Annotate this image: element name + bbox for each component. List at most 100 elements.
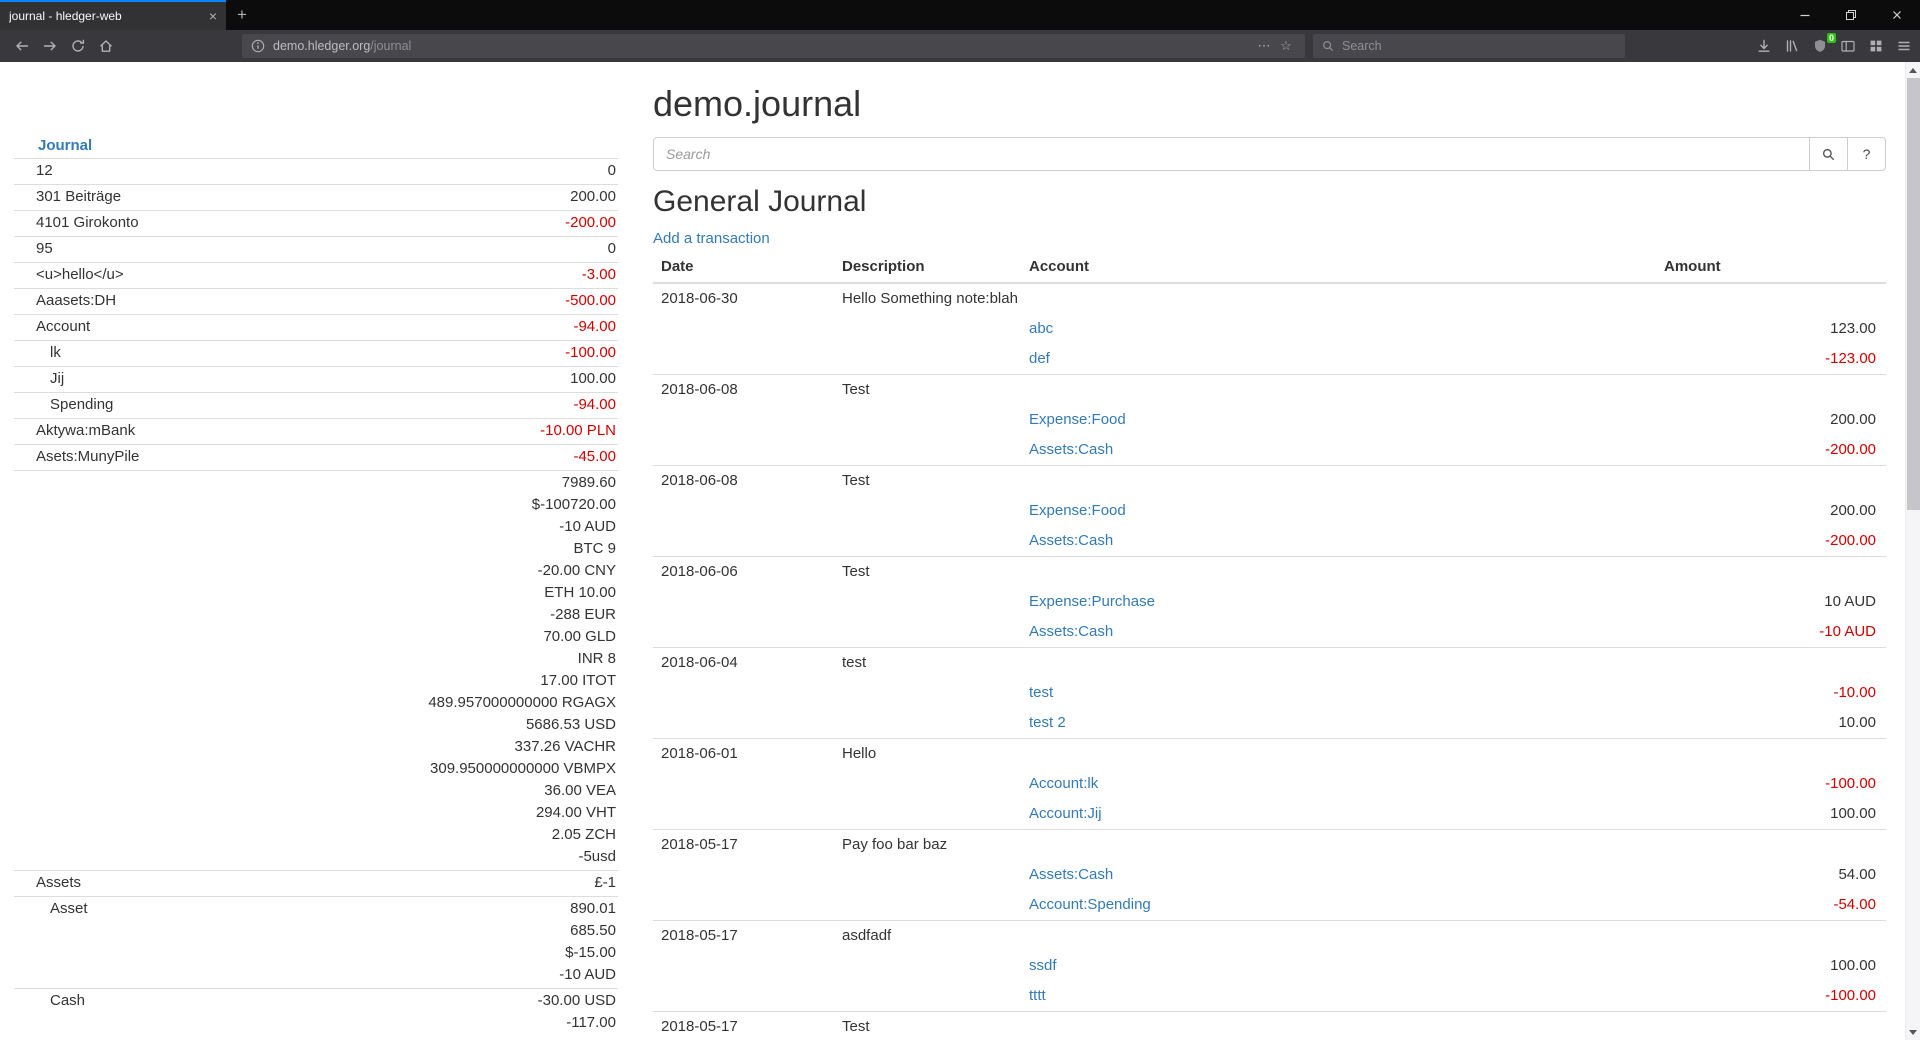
transaction-row[interactable]: 2018-06-06Test <box>653 557 1886 588</box>
account-link[interactable]: <u>hello</u> <box>14 264 582 286</box>
account-link[interactable]: Cash <box>14 990 538 1012</box>
address-bar[interactable]: demo.hledger.org/journal ⋯ ☆ <box>242 34 1305 58</box>
forward-button[interactable] <box>36 32 64 60</box>
site-info-icon[interactable] <box>250 38 266 54</box>
posting-account-link[interactable]: test <box>1029 684 1053 701</box>
account-balances: -45.00 <box>573 446 618 468</box>
posting-date-spacer <box>653 314 834 344</box>
account-balances: -30.00 USD-117.00 <box>538 990 618 1034</box>
browser-search-field[interactable]: Search <box>1313 34 1625 58</box>
account-link[interactable]: Aaasets:DH <box>14 290 565 312</box>
account-balances: -500.00 <box>565 290 618 312</box>
restore-button[interactable] <box>1828 0 1874 30</box>
balance-amount: 100.00 <box>570 368 616 390</box>
search-input[interactable] <box>653 137 1810 171</box>
posting-account-link[interactable]: Expense:Food <box>1029 502 1126 519</box>
back-button[interactable] <box>8 32 36 60</box>
reload-button[interactable] <box>64 32 92 60</box>
transaction-row[interactable]: 2018-06-01Hello <box>653 739 1886 770</box>
balance-amount: -10 AUD <box>559 964 616 986</box>
downloads-button[interactable] <box>1750 32 1778 60</box>
posting-account-link[interactable]: def <box>1029 350 1050 367</box>
grid-button[interactable] <box>1862 32 1890 60</box>
transaction-amount-spacer <box>1656 557 1886 588</box>
posting-account-link[interactable]: Expense:Food <box>1029 411 1126 428</box>
sidebar-toggle-button[interactable] <box>1834 32 1862 60</box>
transaction-row[interactable]: 2018-05-17Test <box>653 1012 1886 1040</box>
posting-account-link[interactable]: ssdf <box>1029 957 1057 974</box>
transaction-row[interactable]: 2018-06-08Test <box>653 466 1886 497</box>
posting-account-link[interactable]: tttt <box>1029 987 1046 1004</box>
journal-nav-link[interactable]: Journal <box>38 137 92 154</box>
bookmark-star-icon[interactable]: ☆ <box>1275 38 1297 54</box>
account-link[interactable]: Jij <box>14 368 570 390</box>
posting-account-link[interactable]: test 2 <box>1029 714 1066 731</box>
posting-row: Expense:Food200.00 <box>653 405 1886 435</box>
posting-date-spacer <box>653 587 834 617</box>
posting-row: Assets:Cash-200.00 <box>653 526 1886 557</box>
tab-close-icon[interactable]: × <box>209 8 217 24</box>
posting-account-link[interactable]: Assets:Cash <box>1029 441 1113 458</box>
library-button[interactable] <box>1778 32 1806 60</box>
download-icon <box>1756 38 1772 54</box>
account-balances: -3.00 <box>582 264 618 286</box>
account-link[interactable]: 301 Beiträge <box>14 186 570 208</box>
posting-amount: -100.00 <box>1656 769 1886 799</box>
account-link[interactable]: Asets:MunyPile <box>14 446 573 468</box>
posting-account-link[interactable]: Assets:Cash <box>1029 532 1113 549</box>
posting-account-link[interactable]: Expense:Purchase <box>1029 593 1155 610</box>
posting-account-link[interactable]: Account:Jij <box>1029 805 1102 822</box>
transaction-row[interactable]: 2018-05-17asdfadf <box>653 921 1886 952</box>
posting-date-spacer <box>653 799 834 830</box>
posting-date-spacer <box>653 981 834 1012</box>
minimize-button[interactable] <box>1782 0 1828 30</box>
account-link[interactable]: Spending <box>14 394 573 416</box>
balance-amount: 890.01 <box>559 898 616 920</box>
search-button[interactable] <box>1810 137 1848 171</box>
url-path: /journal <box>370 39 411 53</box>
new-tab-button[interactable]: + <box>226 0 258 30</box>
account-link[interactable]: 95 <box>14 238 608 260</box>
main-content: demo.journal ? General Journal Add a tra… <box>653 62 1886 1040</box>
account-link[interactable]: Aktywa:mBank <box>14 420 540 442</box>
posting-account-link[interactable]: Assets:Cash <box>1029 866 1113 883</box>
menu-button[interactable] <box>1890 32 1918 60</box>
account-link[interactable]: Asset <box>14 898 559 920</box>
scroll-up-button[interactable] <box>1906 62 1920 78</box>
account-link[interactable]: lk <box>14 342 565 364</box>
tab-title: journal - hledger-web <box>9 9 201 23</box>
scroll-down-button[interactable] <box>1906 1024 1920 1040</box>
posting-row: test-10.00 <box>653 678 1886 708</box>
transaction-row[interactable]: 2018-06-30Hello Something note:blah <box>653 283 1886 314</box>
scrollbar[interactable] <box>1905 62 1920 1040</box>
account-row: Asets:MunyPile-45.00 <box>14 444 618 470</box>
page-title: demo.journal <box>653 83 1886 124</box>
account-link[interactable]: 4101 Girokonto <box>14 212 565 234</box>
posting-account-link[interactable]: Assets:Cash <box>1029 623 1113 640</box>
posting-account-link[interactable]: Account:lk <box>1029 775 1098 792</box>
account-balances: 0 <box>608 238 618 260</box>
extension-button[interactable]: 0 <box>1806 32 1834 60</box>
section-title: General Journal <box>653 185 1886 218</box>
transaction-row[interactable]: 2018-05-17Pay foo bar baz <box>653 830 1886 861</box>
url-text: demo.hledger.org/journal <box>273 39 1253 53</box>
add-transaction-link[interactable]: Add a transaction <box>653 230 770 247</box>
transaction-row[interactable]: 2018-06-08Test <box>653 375 1886 406</box>
scrollbar-thumb[interactable] <box>1907 78 1920 510</box>
posting-date-spacer <box>653 344 834 375</box>
home-button[interactable] <box>92 32 120 60</box>
account-link[interactable]: Account <box>14 316 573 338</box>
transaction-row[interactable]: 2018-06-04test <box>653 648 1886 679</box>
balance-amount: -10 AUD <box>428 516 616 538</box>
posting-desc-spacer <box>834 951 1021 981</box>
account-link[interactable]: Assets <box>14 872 594 894</box>
help-button[interactable]: ? <box>1848 137 1886 171</box>
active-tab[interactable]: journal - hledger-web × <box>0 0 226 30</box>
posting-account-link[interactable]: abc <box>1029 320 1053 337</box>
posting-account-cell: Assets:Cash <box>1021 860 1656 890</box>
page-actions-icon[interactable]: ⋯ <box>1253 38 1275 54</box>
posting-account-link[interactable]: Account:Spending <box>1029 896 1151 913</box>
posting-amount: -100.00 <box>1656 981 1886 1012</box>
close-window-button[interactable] <box>1874 0 1920 30</box>
account-link[interactable]: 12 <box>14 160 608 182</box>
